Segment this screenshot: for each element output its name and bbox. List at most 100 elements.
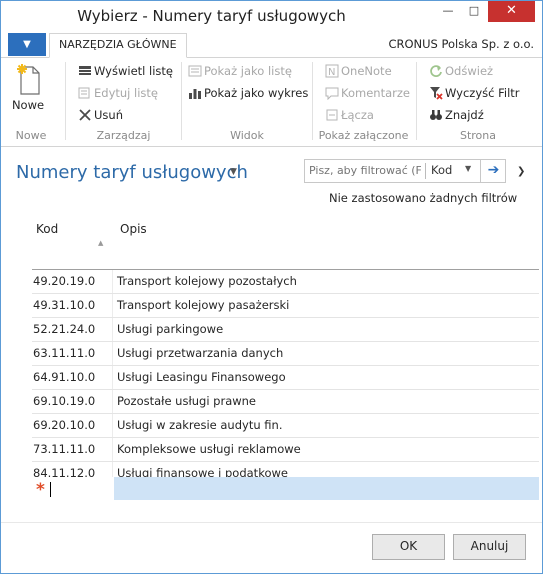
new-button-label: Nowe <box>11 98 45 112</box>
footer-divider <box>1 522 542 523</box>
table-row[interactable]: 69.20.10.0 Usługi w zakresie audytu fin. <box>32 414 539 438</box>
cell-opis[interactable]: Usługi w zakresie audytu fin. <box>117 418 282 432</box>
search-divider <box>425 163 426 179</box>
new-row-marker: * <box>36 480 45 500</box>
svg-text:N: N <box>328 67 335 78</box>
group-label-nowe: Nowe <box>15 129 47 142</box>
column-divider <box>112 342 113 365</box>
column-header-kod[interactable]: Kod <box>36 222 58 236</box>
collapse-chevron-icon[interactable]: ❯ <box>517 166 525 177</box>
link-icon <box>326 109 338 121</box>
show-as-chart-label: Pokaż jako wykres <box>204 86 309 100</box>
group-label-strona: Strona <box>459 129 497 142</box>
cell-opis[interactable]: Pozostałe usługi prawne <box>117 394 256 408</box>
tab-home[interactable]: NARZĘDZIA GŁÓWNE <box>49 33 187 58</box>
column-divider <box>112 390 113 413</box>
ok-button[interactable]: OK <box>372 534 445 560</box>
filter-status: Nie zastosowano żadnych filtrów <box>329 191 518 205</box>
company-name[interactable]: CRONUS Polska Sp. z o.o. <box>388 37 534 51</box>
links-button[interactable]: Łącza <box>325 106 374 124</box>
table-row[interactable]: 63.11.11.0 Usługi przetwarzania danych <box>32 342 539 366</box>
cell-opis[interactable]: Kompleksowe usługi reklamowe <box>117 442 301 456</box>
clear-filter-icon <box>430 87 443 100</box>
list-view-icon <box>79 66 91 75</box>
onenote-label: OneNote <box>341 64 392 78</box>
table-row[interactable]: 49.20.19.0 Transport kolejowy pozostałych <box>32 270 539 294</box>
show-as-list-label: Pokaż jako listę <box>204 64 292 78</box>
notes-button[interactable]: Komentarze <box>325 84 410 102</box>
cancel-button[interactable]: Anuluj <box>453 534 526 560</box>
cell-opis[interactable]: Usługi parkingowe <box>117 322 223 336</box>
cell-kod[interactable]: 69.20.10.0 <box>33 418 95 432</box>
cell-kod[interactable]: 49.31.10.0 <box>33 298 95 312</box>
dialog-window: Wybierz - Numery taryf usługowych — □ ✕ … <box>0 0 543 574</box>
edit-list-button[interactable]: Edytuj listę <box>78 84 158 102</box>
column-divider <box>112 270 113 293</box>
table-row[interactable]: 52.21.24.0 Usługi parkingowe <box>32 318 539 342</box>
cell-kod[interactable]: 49.20.19.0 <box>33 274 95 288</box>
search-input[interactable] <box>309 163 421 178</box>
group-pokaz-zalaczone: N OneNote Komentarze Łącza Pokaż załączon… <box>313 58 414 146</box>
new-button[interactable]: Nowe <box>5 60 51 116</box>
group-widok: Pokaż jako listę Pokaż jako wykres Widok <box>182 58 312 146</box>
group-label-zarzadzaj: Zarządzaj <box>96 129 151 142</box>
cell-opis[interactable]: Usługi Leasingu Finansowego <box>117 370 286 384</box>
column-divider <box>112 318 113 341</box>
clear-filter-button[interactable]: Wyczyść Filtr <box>429 84 520 102</box>
cell-kod[interactable]: 69.10.19.0 <box>33 394 95 408</box>
refresh-icon <box>430 65 442 77</box>
delete-label: Usuń <box>94 108 123 122</box>
search-go-button[interactable]: ➔ <box>480 160 506 182</box>
delete-button[interactable]: Usuń <box>78 106 123 124</box>
ribbon-tab-bar: ▼ NARZĘDZIA GŁÓWNE CRONUS Polska Sp. z o… <box>1 33 542 58</box>
search-field-select[interactable]: Kod <box>431 163 452 177</box>
column-header-opis[interactable]: Opis <box>120 222 147 236</box>
table-row[interactable]: 73.11.11.0 Kompleksowe usługi reklamowe <box>32 438 539 462</box>
refresh-button[interactable]: Odśwież <box>429 62 493 80</box>
links-label: Łącza <box>341 108 374 122</box>
chart-icon <box>189 89 201 99</box>
show-as-list-button[interactable]: Pokaż jako listę <box>188 62 292 80</box>
title-dropdown-icon[interactable]: ▼ <box>230 167 237 177</box>
notes-label: Komentarze <box>341 86 410 100</box>
find-button[interactable]: Znajdź <box>429 106 484 124</box>
cell-kod[interactable]: 63.11.11.0 <box>33 346 95 360</box>
sort-ascending-icon: ▲ <box>98 239 104 247</box>
page-title: Numery taryf usługowych <box>16 162 248 183</box>
cell-opis[interactable]: Transport kolejowy pasażerski <box>117 298 289 312</box>
onenote-button[interactable]: N OneNote <box>325 62 392 80</box>
new-document-icon <box>17 64 40 95</box>
column-divider <box>112 366 113 389</box>
cell-kod[interactable]: 73.11.11.0 <box>33 442 95 456</box>
cell-opis[interactable]: Transport kolejowy pozostałych <box>117 274 297 288</box>
group-nowe: Nowe Nowe <box>1 58 61 146</box>
ribbon: Nowe Nowe Wyświetl listę Edytuj listę Us… <box>1 58 542 147</box>
group-label-widok: Widok <box>230 129 264 142</box>
edit-list-label: Edytuj listę <box>94 86 158 100</box>
column-divider <box>112 414 113 437</box>
close-button[interactable]: ✕ <box>488 1 535 22</box>
group-strona: Odśwież Wyczyść Filtr Znajdź Strona <box>417 58 539 146</box>
onenote-icon: N <box>325 64 339 78</box>
cell-kod[interactable]: 52.21.24.0 <box>33 322 95 336</box>
cell-kod[interactable]: 64.91.10.0 <box>33 370 95 384</box>
cell-opis[interactable]: Usługi przetwarzania danych <box>117 346 283 360</box>
refresh-label: Odśwież <box>445 64 494 78</box>
maximize-button[interactable]: □ <box>461 1 487 22</box>
minimize-button[interactable]: — <box>435 1 461 22</box>
new-row[interactable]: * <box>32 477 539 502</box>
table-row[interactable]: 49.31.10.0 Transport kolejowy pasażerski <box>32 294 539 318</box>
show-as-chart-button[interactable]: Pokaż jako wykres <box>188 84 308 102</box>
group-label-pokaz-zalaczone: Pokaż załączone <box>318 129 409 142</box>
application-menu-button[interactable]: ▼ <box>8 33 46 56</box>
binoculars-icon <box>430 110 442 120</box>
grid-rows: 49.20.19.0 Transport kolejowy pozostałych… <box>32 270 539 486</box>
new-row-kod-cell[interactable]: * <box>32 477 114 502</box>
table-row[interactable]: 69.10.19.0 Pozostałe usługi prawne <box>32 390 539 414</box>
list-icon <box>188 65 202 77</box>
table-row[interactable]: 64.91.10.0 Usługi Leasingu Finansowego <box>32 366 539 390</box>
show-list-button[interactable]: Wyświetl listę <box>78 62 173 80</box>
clear-filter-label: Wyczyść Filtr <box>445 86 520 100</box>
column-divider <box>112 438 113 461</box>
chevron-down-icon[interactable]: ▼ <box>465 164 471 173</box>
